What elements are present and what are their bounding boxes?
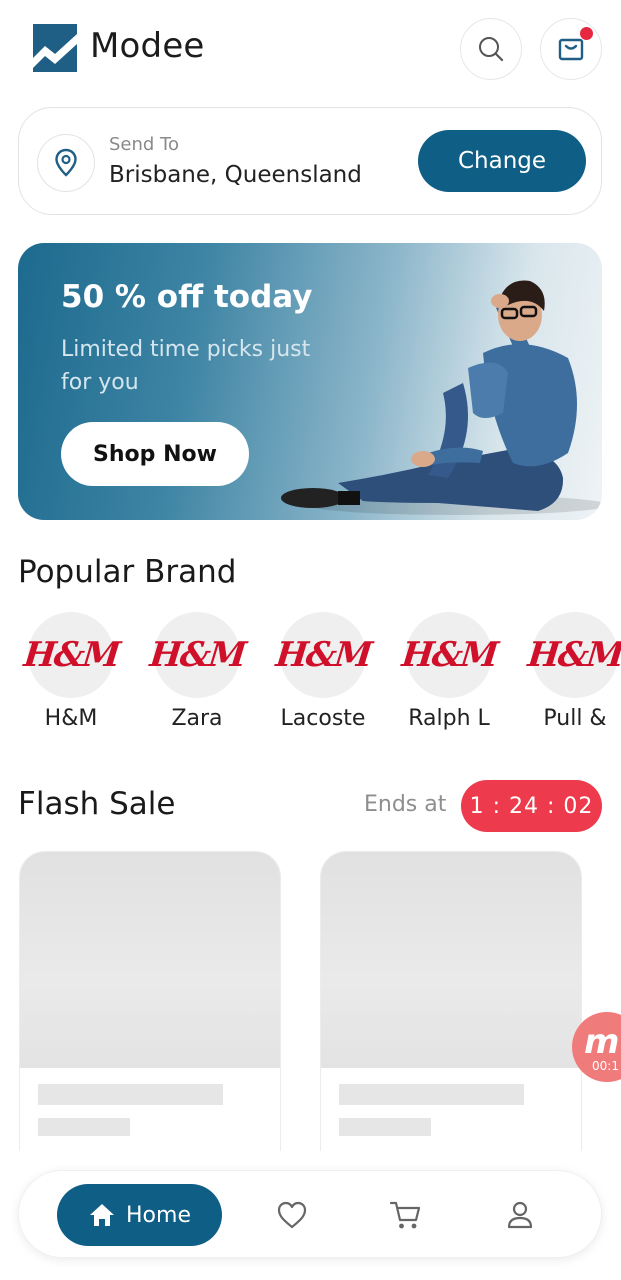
bottom-navigation: Home bbox=[18, 1170, 602, 1258]
shop-now-button[interactable]: Shop Now bbox=[61, 422, 249, 486]
brand-logo: H&M bbox=[147, 635, 247, 675]
nav-favorites-button[interactable] bbox=[272, 1195, 312, 1235]
flash-sale-title: Flash Sale bbox=[18, 786, 176, 822]
search-button[interactable] bbox=[460, 18, 522, 80]
brand-item[interactable]: H&M Zara bbox=[144, 610, 264, 740]
brand-logo-circle: H&M bbox=[274, 612, 372, 698]
change-location-button[interactable]: Change bbox=[418, 130, 586, 192]
send-to-label: Send To bbox=[109, 134, 180, 155]
brand-logo: H&M bbox=[21, 635, 121, 675]
promo-banner[interactable]: 50 % off today Limited time picks just f… bbox=[18, 243, 602, 520]
nav-profile-button[interactable] bbox=[500, 1195, 540, 1235]
delivery-location-card: Send To Brisbane, Queensland Change bbox=[18, 107, 602, 215]
popular-brand-title: Popular Brand bbox=[18, 554, 237, 590]
map-pin-icon bbox=[55, 148, 77, 177]
profile-icon bbox=[507, 1201, 533, 1229]
brand-item[interactable]: H&M H&M bbox=[18, 610, 138, 740]
brand-item[interactable]: H&M Pull & bbox=[522, 610, 621, 740]
send-to-address: Brisbane, Queensland bbox=[109, 162, 362, 188]
nav-cart-button[interactable] bbox=[386, 1195, 426, 1235]
brand-logo: H&M bbox=[399, 635, 499, 675]
product-image-placeholder bbox=[321, 852, 581, 1068]
cart-icon bbox=[389, 1201, 421, 1229]
app-header: Modee bbox=[0, 0, 621, 100]
brand-logo-circle: H&M bbox=[526, 612, 621, 698]
recorder-time: 00:1 bbox=[592, 1059, 619, 1073]
brand-name: Ralph L bbox=[408, 706, 490, 731]
brand-name: Pull & bbox=[543, 706, 607, 731]
home-icon bbox=[90, 1204, 115, 1226]
brand-name: Zara bbox=[171, 706, 223, 731]
product-price-placeholder bbox=[38, 1118, 130, 1136]
search-icon bbox=[479, 37, 504, 62]
modee-logo-icon bbox=[33, 24, 77, 72]
brand-name: Lacoste bbox=[280, 706, 366, 731]
brand-logo: H&M bbox=[273, 635, 373, 675]
product-image-placeholder bbox=[20, 852, 280, 1068]
brand-logo-circle: H&M bbox=[148, 612, 246, 698]
product-card-placeholder[interactable] bbox=[19, 851, 281, 1151]
flash-sale-timer: 1 : 24 : 02 bbox=[461, 780, 602, 832]
product-title-placeholder bbox=[339, 1084, 524, 1105]
banner-model-image bbox=[281, 280, 602, 515]
recorder-logo-icon: m bbox=[584, 1022, 620, 1062]
cart-bag-button[interactable] bbox=[540, 18, 602, 80]
brand-item[interactable]: H&M Lacoste bbox=[270, 610, 390, 740]
brand-item[interactable]: H&M Ralph L bbox=[396, 610, 516, 740]
product-title-placeholder bbox=[38, 1084, 223, 1105]
ends-at-label: Ends at bbox=[364, 792, 447, 817]
location-pin bbox=[37, 134, 95, 192]
brand-logo-circle: H&M bbox=[22, 612, 120, 698]
product-card-placeholder[interactable] bbox=[320, 851, 582, 1151]
notification-dot bbox=[580, 27, 593, 40]
product-price-placeholder bbox=[339, 1118, 431, 1136]
brand-name: H&M bbox=[44, 706, 98, 731]
nav-home-label: Home bbox=[126, 1202, 191, 1228]
brand-list: H&M H&M H&M Zara H&M Lacoste H&M Ralph L… bbox=[0, 610, 621, 740]
brand-logo: H&M bbox=[525, 635, 621, 675]
brand-logo-circle: H&M bbox=[400, 612, 498, 698]
heart-icon bbox=[277, 1201, 307, 1229]
nav-home-button[interactable]: Home bbox=[57, 1184, 222, 1246]
app-title: Modee bbox=[90, 26, 205, 66]
